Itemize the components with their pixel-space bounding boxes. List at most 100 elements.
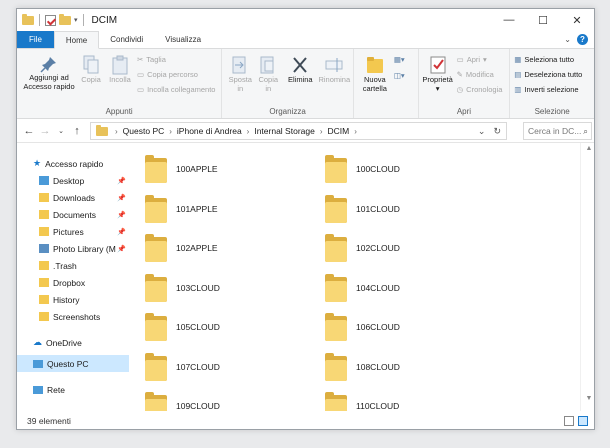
chevron-down-icon[interactable]: ⌄	[478, 126, 486, 137]
tab-file[interactable]: File	[17, 31, 54, 48]
folder-item[interactable]: 107CLOUD	[145, 352, 220, 381]
sidebar-item-label: Documents	[53, 209, 96, 220]
folder-item[interactable]: 103CLOUD	[145, 273, 220, 302]
minimize-button[interactable]: —	[492, 9, 526, 31]
sidebar-item-photo-library[interactable]: Photo Library (M 📌	[17, 240, 129, 257]
sidebar-item-downloads[interactable]: Downloads 📌	[17, 189, 129, 206]
folder-item[interactable]: 104CLOUD	[325, 273, 400, 302]
copy-to-button[interactable]: Copia in	[256, 55, 280, 93]
refresh-icon[interactable]: ↻	[493, 126, 501, 137]
properties-icon[interactable]	[45, 14, 56, 26]
invert-selection-button[interactable]: ▥ Inverti selezione	[514, 85, 578, 94]
chevron-right-icon[interactable]: ›	[351, 127, 360, 136]
vertical-scrollbar[interactable]: ▲ ▼	[580, 143, 594, 411]
folder-item[interactable]: 101APPLE	[145, 194, 218, 223]
move-to-button[interactable]: Sposta in	[228, 55, 252, 93]
sidebar-item-label: OneDrive	[46, 337, 82, 348]
new-item-icon: ▦▾	[393, 55, 405, 64]
folder-item[interactable]: 106CLOUD	[325, 313, 400, 341]
sidebar-item-quick-access[interactable]: ★ Accesso rapido	[17, 155, 129, 172]
pin-icon[interactable]: 📌	[117, 245, 126, 253]
chevron-right-icon[interactable]: ›	[317, 127, 326, 136]
copy-to-label-line2: in	[265, 84, 272, 93]
help-icon[interactable]: ?	[577, 34, 588, 45]
sidebar-item-desktop[interactable]: Desktop 📌	[17, 172, 129, 189]
pin-icon[interactable]: 📌	[117, 211, 126, 219]
breadcrumb-dcim[interactable]: DCIM	[326, 126, 352, 136]
folder-icon	[39, 295, 49, 304]
sidebar-item-trash[interactable]: .Trash	[17, 257, 129, 274]
folder-item[interactable]: 100CLOUD	[325, 155, 400, 183]
breadcrumb-this-pc[interactable]: Questo PC	[121, 126, 167, 136]
chevron-right-icon[interactable]: ›	[166, 127, 175, 136]
chevron-down-icon[interactable]: ⌄	[564, 35, 571, 44]
tab-home[interactable]: Home	[53, 31, 100, 49]
pin-icon[interactable]: 📌	[117, 194, 126, 202]
folder-icon	[39, 261, 49, 270]
new-folder-label-line1: Nuova	[363, 75, 386, 84]
pin-icon[interactable]: 📌	[117, 177, 126, 185]
sidebar-item-history[interactable]: History	[17, 291, 129, 308]
close-button[interactable]: ✕	[560, 9, 594, 31]
back-arrow-icon[interactable]: ←	[21, 125, 37, 137]
folder-item[interactable]: 105CLOUD	[145, 313, 220, 341]
sidebar-item-pictures[interactable]: Pictures 📌	[17, 223, 129, 240]
folder-icon	[325, 313, 347, 341]
delete-button[interactable]: Elimina	[286, 55, 314, 84]
pin-quick-access-button[interactable]: Aggiungi ad Accesso rapido	[21, 55, 77, 91]
folder-item[interactable]: 102CLOUD	[325, 234, 400, 262]
chevron-down-icon: ▾	[483, 55, 487, 64]
large-icons-view-icon[interactable]	[578, 416, 588, 426]
tab-view[interactable]: Visualizza	[154, 31, 212, 48]
folder-item[interactable]: 102APPLE	[145, 234, 218, 262]
rename-button[interactable]: Rinomina	[318, 55, 350, 84]
select-all-button[interactable]: ▦ Seleziona tutto	[514, 55, 574, 64]
recent-chevron-icon[interactable]: ⌄	[53, 127, 69, 135]
sidebar-item-network[interactable]: Rete	[17, 381, 129, 398]
details-view-icon[interactable]	[564, 416, 574, 426]
sidebar-item-dropbox[interactable]: Dropbox	[17, 274, 129, 291]
breadcrumb-iphone[interactable]: iPhone di Andrea	[175, 126, 244, 136]
forward-arrow-icon[interactable]: →	[37, 125, 53, 137]
folder-item[interactable]: 108CLOUD	[325, 352, 400, 381]
history-button[interactable]: ◷ Cronologia	[457, 85, 503, 94]
new-item-button[interactable]: ▦▾	[394, 55, 405, 64]
new-folder-button[interactable]: Nuova cartella	[360, 55, 390, 93]
folder-name: 101CLOUD	[356, 203, 400, 214]
edit-button[interactable]: ✎ Modifica	[457, 70, 494, 79]
search-input[interactable]: Cerca in DC... ⌕	[523, 122, 592, 140]
paste-button[interactable]: Incolla	[107, 55, 133, 84]
folder-item[interactable]: 100APPLE	[145, 155, 218, 183]
properties-button[interactable]: Proprietà ▾	[421, 55, 455, 93]
pin-icon[interactable]: 📌	[117, 228, 126, 236]
sidebar-item-this-pc[interactable]: Questo PC	[17, 355, 129, 372]
copy-path-button[interactable]: ▭ Copia percorso	[137, 70, 198, 79]
sidebar-item-documents[interactable]: Documents 📌	[17, 206, 129, 223]
chevron-right-icon[interactable]: ›	[244, 127, 253, 136]
scroll-up-icon[interactable]: ▲	[581, 145, 594, 159]
tab-share[interactable]: Condividi	[99, 31, 154, 48]
address-bar[interactable]: › Questo PC › iPhone di Andrea › Interna…	[90, 122, 507, 140]
copy-button[interactable]: Copia	[79, 55, 103, 84]
new-folder-icon[interactable]	[59, 13, 71, 25]
sidebar-item-label: Screenshots	[53, 311, 101, 322]
up-arrow-icon[interactable]: ↑	[69, 125, 85, 137]
chevron-right-icon[interactable]: ›	[112, 127, 121, 136]
search-placeholder: Cerca in DC...	[528, 126, 582, 136]
chevron-down-icon[interactable]: ▾	[74, 16, 78, 24]
open-button[interactable]: ▭ Apri ▾	[457, 55, 487, 64]
easy-access-button[interactable]: ◫▾	[394, 71, 405, 80]
cut-button[interactable]: ✂ Taglia	[137, 55, 166, 64]
paste-link-button[interactable]: ▭ Incolla collegamento	[137, 85, 215, 94]
folder-icon	[145, 352, 167, 381]
breadcrumb-internal-storage[interactable]: Internal Storage	[252, 126, 316, 136]
maximize-button[interactable]: ☐	[526, 9, 560, 31]
history-label: Cronologia	[466, 85, 503, 94]
sidebar-item-onedrive[interactable]: ☁ OneDrive	[17, 334, 129, 351]
new-folder-label-line2: cartella	[362, 84, 387, 93]
scroll-down-icon[interactable]: ▼	[581, 395, 594, 409]
paste-link-label: Incolla collegamento	[147, 85, 216, 94]
folder-item[interactable]: 101CLOUD	[325, 194, 400, 223]
sidebar-item-screenshots[interactable]: Screenshots	[17, 308, 129, 325]
select-none-button[interactable]: ▤ Deseleziona tutto	[514, 70, 582, 79]
